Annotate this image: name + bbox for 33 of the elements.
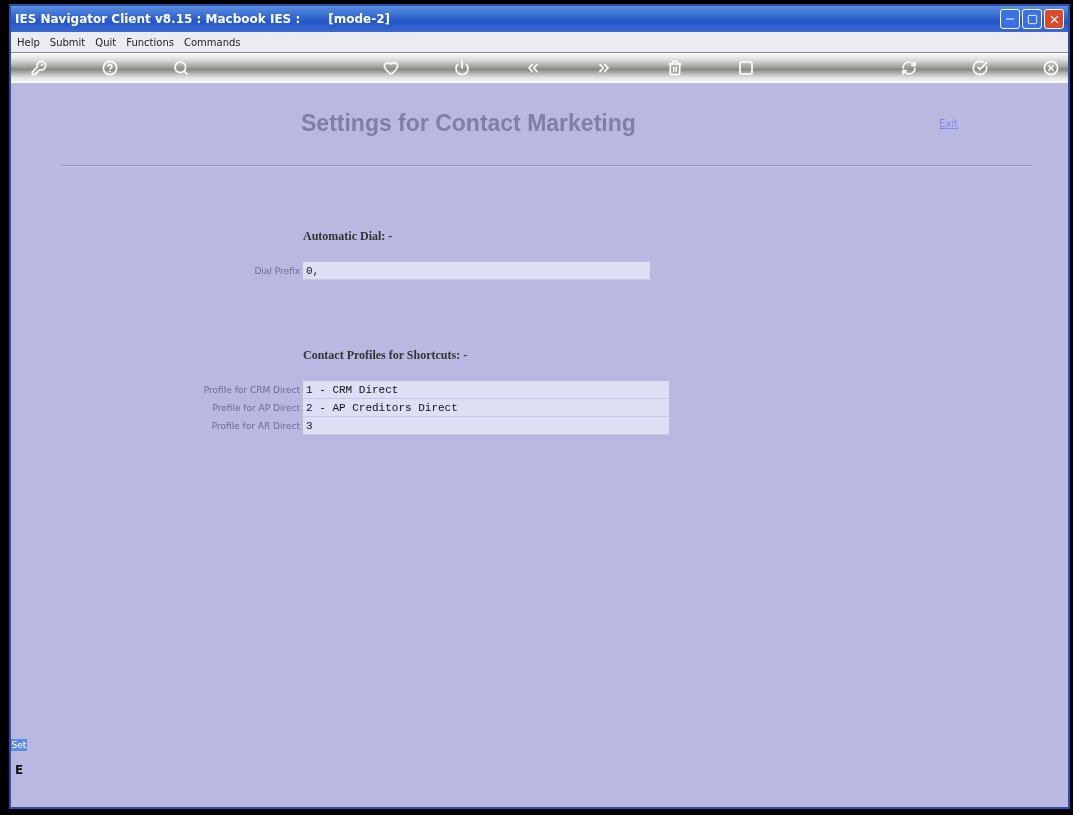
maximize-icon [1026, 13, 1038, 25]
window-title: IES Navigator Client v8.15 : Macbook IES : [15, 12, 301, 26]
input-field[interactable]: 0, [303, 262, 650, 280]
section-heading: Contact Profiles for Shortcuts: - [303, 348, 469, 363]
menu-item[interactable]: Submit [49, 36, 86, 48]
search-icon[interactable] [173, 60, 189, 76]
minimize-button[interactable] [1000, 9, 1020, 29]
menu-item[interactable]: Help [17, 36, 40, 48]
input-field[interactable]: 1 - CRM Direct [303, 381, 669, 399]
square-icon[interactable] [737, 60, 754, 76]
menu-item[interactable]: Functions [126, 36, 174, 48]
page-title: Settings for Contact Marketing [301, 109, 636, 137]
field-label: Profile for AP Direct [212, 403, 301, 413]
input-field[interactable]: 2 - AP Creditors Direct [303, 399, 669, 417]
close-button[interactable] [1044, 9, 1064, 29]
menu-item[interactable]: Commands [183, 36, 241, 48]
menu-item[interactable]: Quit [95, 36, 117, 48]
input-field[interactable]: 3 [303, 417, 669, 435]
field-label: Dial Prefix [254, 266, 301, 276]
close-icon[interactable] [1042, 60, 1059, 76]
maximize-button[interactable] [1022, 9, 1042, 29]
mode-label: [mode-2] [328, 12, 390, 26]
heart-icon[interactable] [382, 60, 399, 76]
field-label: Profile for CRM Direct [203, 385, 301, 395]
help-icon[interactable] [102, 60, 118, 76]
field-label: Profile for AR Direct [211, 421, 301, 431]
power-icon[interactable] [453, 60, 470, 76]
trash-icon[interactable] [666, 60, 683, 76]
section-heading: Automatic Dial: - [303, 229, 394, 244]
check-icon[interactable] [971, 60, 988, 76]
refresh-icon[interactable] [900, 60, 917, 76]
side-letter: E [14, 763, 24, 777]
key-icon[interactable] [31, 60, 47, 76]
